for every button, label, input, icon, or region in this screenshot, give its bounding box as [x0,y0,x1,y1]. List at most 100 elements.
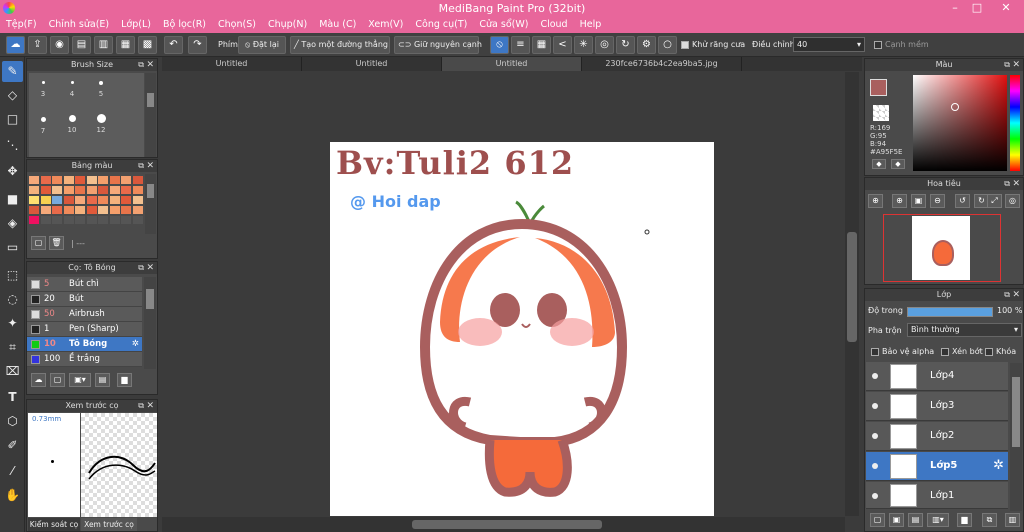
tab-untitled-2[interactable]: Untitled [302,57,442,71]
brush-settings-icon[interactable]: ▤ [95,373,110,387]
scrollbar[interactable] [144,277,156,369]
undock-icon[interactable]: ⧉ [1004,289,1010,301]
menu-color[interactable]: Màu (C) [313,17,362,33]
palette-swatch[interactable] [40,196,51,204]
gradient-tool-icon[interactable]: ▭ [2,237,23,258]
close-icon[interactable]: ✕ [1012,289,1020,301]
palette-swatch[interactable] [29,216,39,224]
hand-tool-icon[interactable]: ✋ [2,485,23,506]
palette-swatch[interactable] [75,196,85,204]
palette-swatch[interactable] [109,216,120,224]
palette-swatch[interactable] [98,196,108,204]
transparent-swatch[interactable] [873,105,889,121]
select-eraser-tool-icon[interactable]: ⌧ [2,361,23,382]
layer-row-selected[interactable]: Lớp5 ✲ [866,452,1008,481]
palette-swatch[interactable] [132,176,143,184]
eye-icon[interactable] [872,373,878,379]
palette-swatch[interactable] [29,206,39,214]
add-brush-icon[interactable]: ☁ [31,373,46,387]
palette-swatch[interactable] [63,216,74,224]
brush-menu-icon[interactable]: ▣▾ [69,373,91,387]
eyedropper-icon[interactable]: ◆ [872,159,886,169]
radial-snap-icon[interactable]: ✳ [574,36,593,54]
palette-swatch[interactable] [109,206,120,214]
select-pen-tool-icon[interactable]: ⌗ [2,337,23,358]
text-tool-icon[interactable]: T [2,387,23,408]
new-color-icon[interactable]: ▢ [31,236,46,250]
vertical-scrollbar[interactable] [845,72,859,516]
delete-layer-icon[interactable]: ▥ [1005,513,1020,527]
menu-layer[interactable]: Lớp(L) [115,17,157,33]
palette-swatch[interactable] [52,216,62,224]
palette-swatches[interactable] [29,176,144,232]
palette-swatch[interactable] [63,196,74,204]
rotate-left-icon[interactable]: ↺ [955,194,970,208]
brush-item[interactable]: 20 Bút [27,292,142,307]
reset-button[interactable]: ⦸ Đặt lại [238,36,286,54]
settings-icon[interactable]: ⚙ [637,36,656,54]
zoom-out-icon[interactable]: ⊖ [930,194,945,208]
close-button[interactable]: ✕ [988,0,1024,17]
palette-swatch[interactable] [40,176,51,184]
menu-file[interactable]: Tệp(F) [0,17,43,33]
brush-item[interactable]: 5 Bút chì [27,277,142,292]
palette-swatch[interactable] [121,186,131,194]
menu-select[interactable]: Chọn(S) [212,17,262,33]
main-color-swatch[interactable] [870,79,887,96]
palette-swatch[interactable] [121,176,131,184]
palette-swatch[interactable] [52,186,62,194]
copy-layer-icon[interactable]: ▤ [908,513,923,527]
redo-icon[interactable]: ↷ [188,36,207,54]
undock-icon[interactable]: ⧉ [138,59,144,71]
palette-swatch[interactable] [121,206,131,214]
share-icon[interactable]: ⇪ [28,36,47,54]
divide-tool-icon[interactable]: ⬡ [2,411,23,432]
new-layer-icon[interactable]: ▢ [870,513,885,527]
keep-edge-button[interactable]: ⊂⊃ Giữ nguyên cạnh [394,36,482,54]
close-icon[interactable]: ✕ [146,59,154,71]
layer-scrollbar[interactable] [1010,363,1022,511]
close-icon[interactable]: ✕ [146,400,154,412]
adjust-select[interactable]: 40 ▾ [793,37,865,52]
tab-untitled-1[interactable]: Untitled [162,57,302,71]
select-rect-tool-icon[interactable]: ⬚ [2,265,23,286]
color-swap-icon[interactable]: ◆ [891,159,905,169]
menu-snap[interactable]: Chụp(N) [262,17,313,33]
palette-swatch[interactable] [75,176,85,184]
fill-rect-tool-icon[interactable]: ■ [2,189,23,210]
palette-swatch[interactable] [75,206,85,214]
menu-edit[interactable]: Chỉnh sửa(E) [43,17,116,33]
layer-row[interactable]: Lớp3 [866,392,1008,421]
close-icon[interactable]: ✕ [1012,59,1020,71]
layer-menu-icon[interactable]: ▥▾ [927,513,949,527]
grid-snap-icon[interactable]: ▦ [532,36,551,54]
brush-size-12[interactable]: 12 [87,114,115,134]
grid-icon[interactable]: ▩ [138,36,157,54]
clipping-checkbox[interactable]: Xén bớt [941,347,983,356]
menu-window[interactable]: Cửa sổ(W) [473,17,534,33]
undock-icon[interactable]: ⧉ [138,160,144,172]
palette-swatch[interactable] [75,186,85,194]
tab-brush-preview[interactable]: Xem trước cọ [81,518,137,531]
palette-swatch[interactable] [98,216,108,224]
duplicate-icon[interactable]: ⧉ [982,513,997,527]
lock-checkbox[interactable]: Khóa [985,347,1016,356]
brush-item-selected[interactable]: 10 Tô Bóng ✲ [27,337,142,352]
cloud-icon[interactable]: ☁ [6,36,25,54]
brush-size-3[interactable]: 3 [29,81,57,98]
palette-swatch[interactable] [40,186,51,194]
page-icon[interactable]: ▥ [94,36,113,54]
palette-swatch[interactable] [75,216,85,224]
scrollbar[interactable] [145,73,156,157]
lasso-tool-icon[interactable]: ◌ [2,289,23,310]
palette-swatch[interactable] [86,206,97,214]
palette-swatch[interactable] [52,176,62,184]
layer-row[interactable]: Lớp1 [866,482,1008,509]
trash-icon[interactable]: 🗑 [49,236,64,250]
eye-icon[interactable] [872,433,878,439]
folder-icon[interactable]: ▆ [957,513,972,527]
dot-tool-icon[interactable]: ⋱ [2,135,23,156]
undock-icon[interactable]: ⧉ [1004,59,1010,71]
parallel-snap-icon[interactable]: ≡ [511,36,530,54]
brush-size-4[interactable]: 4 [58,81,86,98]
